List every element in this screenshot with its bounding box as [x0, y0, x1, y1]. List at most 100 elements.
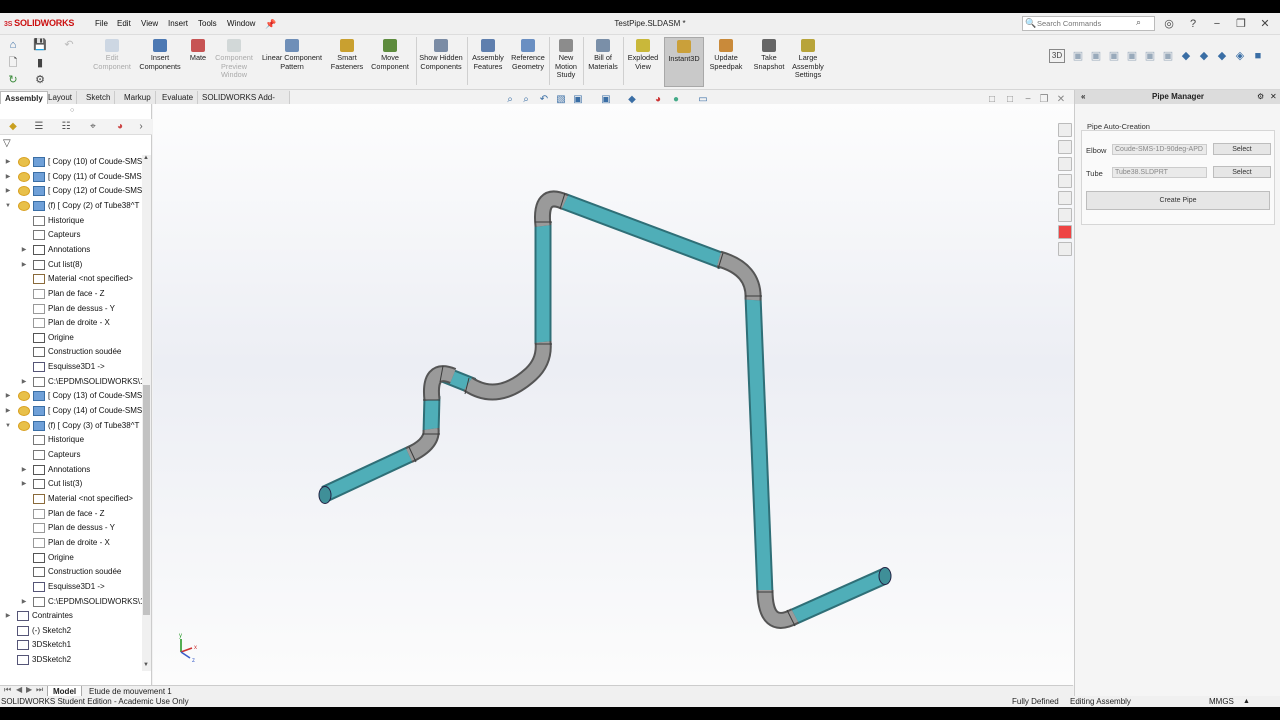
smart-fasteners-button[interactable]: Smart Fasteners — [328, 37, 366, 87]
filter-icon[interactable]: ▽ — [3, 138, 11, 149]
tree-node[interactable]: ▶ [ Copy (13) of Coude-SMS — [0, 389, 142, 403]
normal-to-icon[interactable]: ◈ — [1233, 49, 1247, 63]
tab-assembly[interactable]: Assembly — [0, 91, 48, 104]
tree-node[interactable]: 3DSketch1 — [0, 638, 142, 652]
close-icon[interactable]: ✕ — [1258, 17, 1272, 31]
status-units[interactable]: MMGS — [1209, 696, 1234, 707]
tab-layout[interactable]: Layout — [44, 91, 78, 104]
design-library-icon[interactable] — [1058, 140, 1072, 154]
menu-file[interactable]: File — [95, 19, 108, 28]
create-pipe-button[interactable]: Create Pipe — [1086, 191, 1270, 210]
expand-caret-icon[interactable]: ▶ — [4, 155, 12, 169]
menu-window[interactable]: Window — [227, 19, 255, 28]
tree-node[interactable]: ▶ [ Copy (14) of Coude-SMS — [0, 404, 142, 418]
elbow-field[interactable]: Coude-SMS-1D-90deg-APD — [1112, 144, 1207, 155]
scroll-up-icon[interactable]: ▲ — [143, 155, 149, 161]
restore-icon[interactable]: ❐ — [1234, 17, 1248, 31]
tree-node[interactable]: Origine — [0, 331, 142, 345]
instant3d-button[interactable]: Instant3D — [664, 37, 704, 87]
insert-components-button[interactable]: Insert Components — [136, 37, 184, 87]
trimetric-view-icon[interactable]: ◆ — [1197, 49, 1211, 63]
graphics-area[interactable]: x y z — [153, 104, 1074, 685]
bill-of-materials-button[interactable]: Bill of Materials — [585, 37, 621, 87]
expand-caret-icon[interactable]: ▶ — [20, 243, 28, 257]
top-view-icon[interactable]: ▣ — [1143, 49, 1157, 63]
tree-node[interactable]: Capteurs — [0, 228, 142, 242]
tab-solidworks-addins[interactable]: SOLIDWORKS Add-Ins — [198, 91, 290, 115]
chevron-right-icon[interactable]: › — [134, 120, 148, 134]
tree-node[interactable]: Construction soudée — [0, 565, 142, 579]
scrollbar-thumb[interactable] — [143, 385, 150, 615]
expand-caret-icon[interactable]: ▶ — [20, 463, 28, 477]
first-tab-icon[interactable]: ⏮ — [4, 685, 11, 695]
pipe-assembly-model[interactable]: x y z — [153, 104, 1074, 685]
panel-collapse-handle[interactable]: ○ — [70, 107, 74, 114]
tab-sketch[interactable]: Sketch — [82, 91, 116, 104]
traffic-light-icon[interactable]: ▮ — [33, 56, 47, 70]
tree-scrollbar[interactable]: ▲ ▼ — [142, 155, 151, 671]
tree-node[interactable]: ▶ [ Copy (10) of Coude-SMS — [0, 155, 142, 169]
search-input[interactable] — [1037, 18, 1137, 29]
tree-node[interactable]: ▶ [ Copy (12) of Coude-SMS — [0, 184, 142, 198]
rebuild-icon[interactable]: ↻ — [6, 73, 20, 87]
menu-tools[interactable]: Tools — [198, 19, 217, 28]
view-cube-icon[interactable]: ■ — [1251, 49, 1265, 63]
search-magnifier-icon[interactable]: ⌕ — [1136, 17, 1141, 28]
tree-node[interactable]: Plan de face - Z — [0, 287, 142, 301]
custom-properties-icon[interactable] — [1058, 208, 1072, 222]
expand-caret-icon[interactable]: ▶ — [4, 404, 12, 418]
tree-node[interactable]: Esquisse3D1 -> — [0, 360, 142, 374]
feature-manager-tab-icon[interactable]: ◆ — [2, 120, 24, 134]
tree-node[interactable]: Plan de dessus - Y — [0, 521, 142, 535]
appearances-icon[interactable] — [1058, 191, 1072, 205]
tree-node[interactable]: Historique — [0, 433, 142, 447]
back-view-icon[interactable]: ▣ — [1089, 49, 1103, 63]
expand-caret-icon[interactable]: ▶ — [4, 184, 12, 198]
tree-node[interactable]: Plan de dessus - Y — [0, 302, 142, 316]
last-tab-icon[interactable]: ⏭ — [36, 685, 43, 695]
view-palette-icon[interactable] — [1058, 174, 1072, 188]
collapse-caret-icon[interactable]: ▼ — [4, 419, 12, 433]
undo-icon[interactable]: ↶ — [62, 38, 76, 52]
home-icon[interactable]: ⌂ — [6, 38, 20, 52]
collapse-left-icon[interactable]: « — [1081, 90, 1085, 104]
tree-node[interactable]: ▶ Contraintes — [0, 609, 142, 623]
edit-component-button[interactable]: Edit Component — [90, 37, 134, 87]
tab-evaluate[interactable]: Evaluate — [158, 91, 199, 104]
tree-node[interactable]: Material <not specified> — [0, 492, 142, 506]
tree-node[interactable]: Material <not specified> — [0, 272, 142, 286]
options-gear-icon[interactable]: ⚙ — [33, 73, 47, 87]
settings-gear-icon[interactable]: ⚙ — [1257, 90, 1264, 104]
display-manager-tab-icon[interactable]: ◕ — [109, 120, 131, 134]
tree-node[interactable]: (-) Sketch2 — [0, 624, 142, 638]
take-snapshot-button[interactable]: Take Snapshot — [750, 37, 788, 87]
expand-caret-icon[interactable]: ▶ — [20, 375, 28, 389]
menu-insert[interactable]: Insert — [168, 19, 188, 28]
bottom-view-icon[interactable]: ▣ — [1161, 49, 1175, 63]
file-explorer-icon[interactable] — [1058, 157, 1072, 171]
left-view-icon[interactable]: ▣ — [1107, 49, 1121, 63]
tree-node[interactable]: Historique — [0, 214, 142, 228]
exploded-view-button[interactable]: Exploded View — [625, 37, 661, 87]
tree-node[interactable]: Capteurs — [0, 448, 142, 462]
show-hidden-components-button[interactable]: Show Hidden Components — [418, 37, 464, 87]
next-tab-icon[interactable]: ▶ — [26, 685, 32, 694]
expand-caret-icon[interactable]: ▶ — [20, 258, 28, 272]
tree-node[interactable]: ▶ C:\EPDM\SOLIDWORKS\1( — [0, 595, 142, 609]
tree-node[interactable]: 3DSketch2 — [0, 653, 142, 667]
panel-close-icon[interactable]: ✕ — [1270, 90, 1277, 104]
tree-node[interactable]: ▼ (f) [ Copy (2) of Tube38^T — [0, 199, 142, 213]
user-icon[interactable]: ◎ — [1162, 17, 1176, 31]
color-palette-icon[interactable] — [1058, 225, 1072, 239]
tree-node[interactable]: ▼ (f) [ Copy (3) of Tube38^T — [0, 419, 142, 433]
reference-geometry-button[interactable]: Reference Geometry — [508, 37, 548, 87]
property-manager-tab-icon[interactable]: ☰ — [28, 120, 50, 134]
dimetric-view-icon[interactable]: ◆ — [1215, 49, 1229, 63]
linear-component-pattern-button[interactable]: Linear Component Pattern — [258, 37, 326, 87]
tree-node[interactable]: ▶ Annotations — [0, 463, 142, 477]
tab-markup[interactable]: Markup — [120, 91, 156, 104]
tree-node[interactable]: Plan de face - Z — [0, 507, 142, 521]
front-view-icon[interactable]: ▣ — [1071, 49, 1085, 63]
component-preview-window-button[interactable]: Component Preview Window — [212, 37, 256, 87]
search-box[interactable]: 🔍 ⌕ — [1022, 16, 1155, 31]
